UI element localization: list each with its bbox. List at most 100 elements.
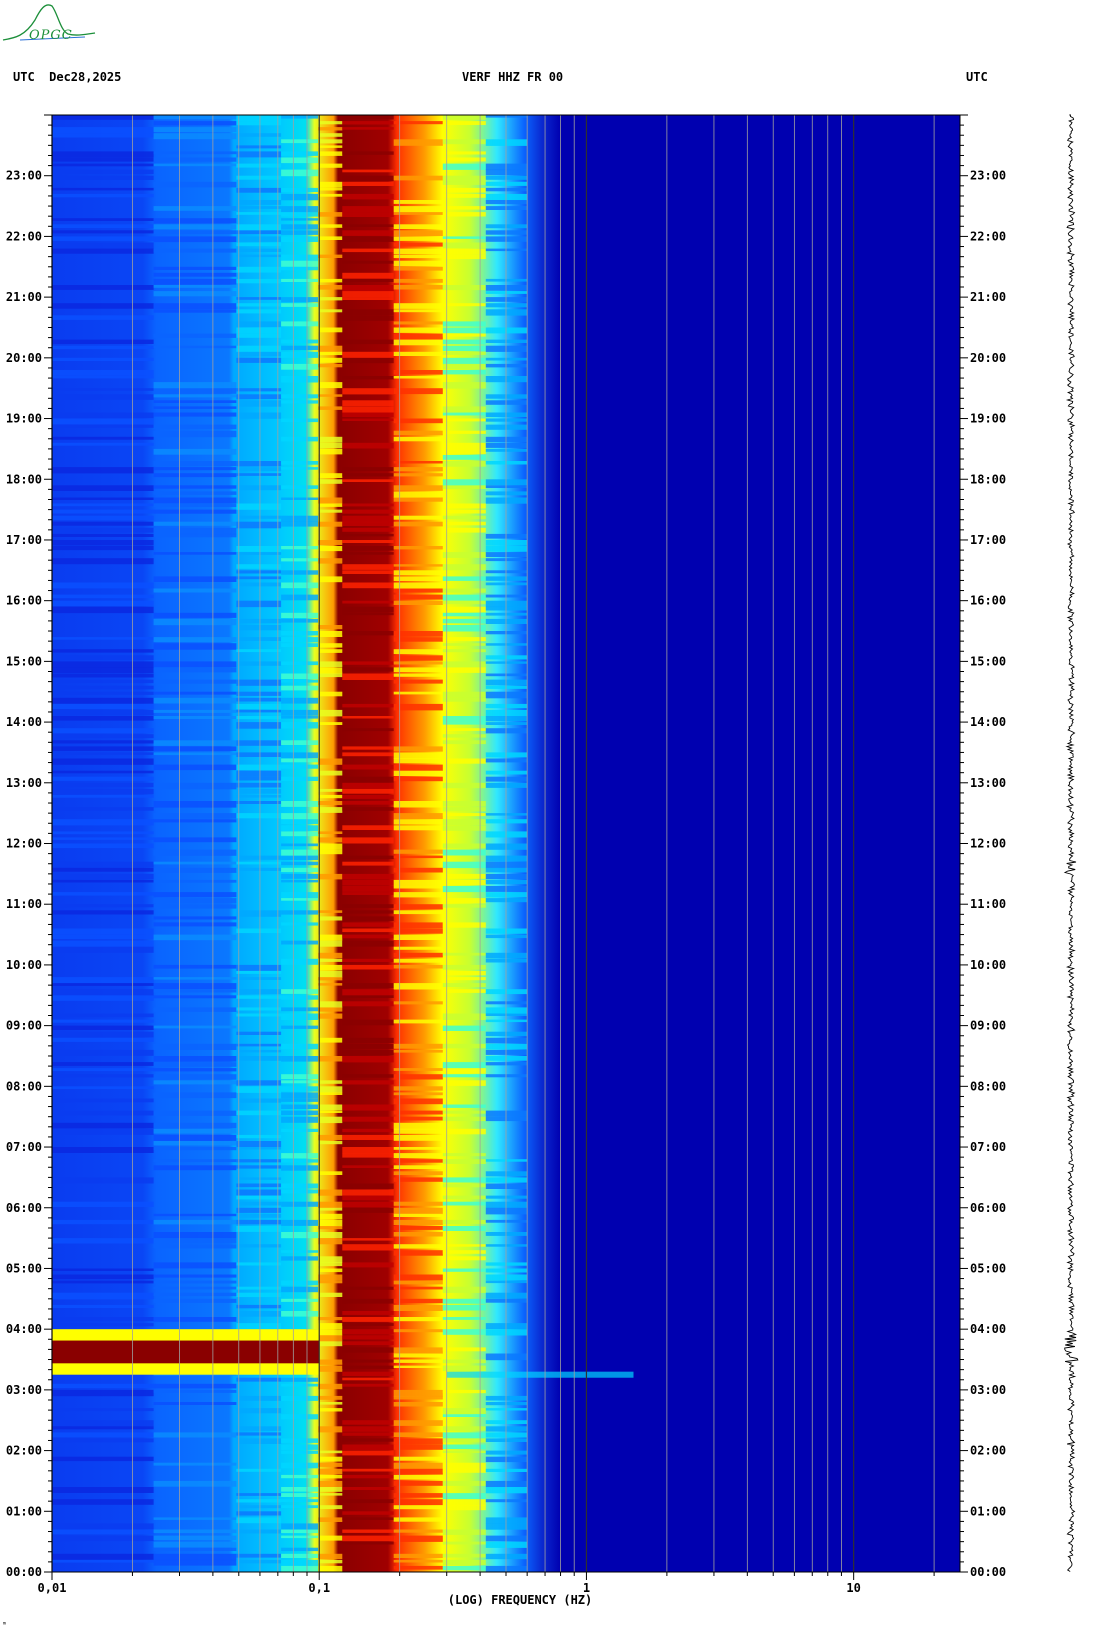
spectrum-stripe bbox=[52, 485, 154, 491]
spectrum-stripe bbox=[342, 546, 394, 551]
spectrum-stripe bbox=[485, 1408, 528, 1411]
spectrum-stripe bbox=[236, 351, 282, 357]
spectrum-stripe bbox=[442, 1110, 486, 1114]
spectrum-stripe bbox=[281, 709, 319, 716]
spectrum-stripe bbox=[236, 794, 282, 798]
spectrum-stripe bbox=[393, 1068, 443, 1071]
spectrum-stripe bbox=[393, 1389, 443, 1397]
spectrum-stripe bbox=[52, 1553, 154, 1560]
spectrum-stripe bbox=[318, 1104, 343, 1111]
spectrum-stripe bbox=[153, 922, 237, 927]
spectrum-stripe bbox=[442, 1062, 486, 1069]
spectrum-stripe bbox=[318, 1201, 343, 1209]
spectrum-stripe bbox=[318, 448, 343, 455]
spectrum-stripe bbox=[236, 1432, 282, 1436]
spectrum-stripe bbox=[342, 1001, 394, 1007]
spectrum-stripe bbox=[485, 558, 528, 562]
spectrum-stripe bbox=[393, 1122, 443, 1130]
spectrum-stripe bbox=[153, 588, 237, 593]
spectrum-stripe bbox=[393, 576, 443, 582]
spectrum-stripe bbox=[442, 1195, 486, 1200]
spectrum-stripe bbox=[281, 1286, 319, 1293]
spectrum-stripe bbox=[442, 382, 486, 389]
spectrum-stripe bbox=[342, 1128, 394, 1133]
spectrum-stripe bbox=[281, 254, 319, 262]
spectrum-stripe bbox=[318, 254, 343, 258]
spectrum-stripe bbox=[281, 898, 319, 901]
spectrum-stripe bbox=[52, 703, 154, 709]
spectrum-stripe bbox=[318, 916, 343, 921]
spectrum-stripe bbox=[281, 187, 319, 192]
y-axis-right: 00:00 01:00 02:00 03:00 04:00 05:00 06:00 07:00… bbox=[960, 114, 1006, 1579]
spectrum-stripe bbox=[153, 461, 237, 467]
spectrum-stripe bbox=[52, 339, 154, 344]
spectrum-stripe bbox=[485, 546, 528, 552]
spectrum-stripe bbox=[52, 1389, 154, 1397]
spectrum-stripe bbox=[153, 643, 237, 650]
spectrum-stripe bbox=[485, 339, 528, 343]
spectrum-stripe bbox=[318, 1280, 343, 1284]
spectrum-stripe bbox=[393, 278, 443, 283]
spectrum-stripe bbox=[52, 892, 154, 896]
spectrum-stripe bbox=[342, 1238, 394, 1241]
spectrum-stripe bbox=[153, 1389, 237, 1393]
spectrum-stripe bbox=[393, 964, 443, 969]
spectrum-stripe bbox=[153, 291, 237, 297]
spectrum-stripe bbox=[393, 1480, 443, 1486]
spectrum-stripe bbox=[281, 1438, 319, 1443]
spectrum-stripe bbox=[281, 643, 319, 647]
spectrum-stripe bbox=[342, 1080, 394, 1085]
spectrum-stripe bbox=[236, 964, 282, 971]
spectrum-stripe bbox=[52, 1383, 154, 1389]
spectrum-stripe bbox=[485, 418, 528, 422]
spectrum-stripe bbox=[318, 187, 343, 191]
spectrum-stripe bbox=[393, 934, 443, 940]
spectrum-stripe bbox=[442, 1480, 486, 1486]
spectrum-stripe bbox=[485, 394, 528, 399]
spectrum-stripe bbox=[281, 679, 319, 683]
spectrum-stripe bbox=[393, 1201, 443, 1206]
spectrum-stripe bbox=[393, 594, 443, 600]
spectrum-stripe bbox=[393, 904, 443, 910]
spectrum-stripe bbox=[281, 1523, 319, 1530]
spectrum-stripe bbox=[342, 442, 394, 449]
spectrum-stripe bbox=[52, 436, 154, 440]
spectrum-stripe bbox=[485, 303, 528, 308]
spectrum-stripe bbox=[342, 285, 394, 292]
spectrum-stripe bbox=[153, 618, 237, 626]
spectrum-stripe bbox=[153, 746, 237, 752]
spectrum-stripe bbox=[153, 1462, 237, 1466]
spectrum-stripe bbox=[236, 133, 282, 137]
spectrum-stripe bbox=[442, 1432, 486, 1439]
spectrum-stripe bbox=[236, 175, 282, 180]
spectrum-stripe bbox=[52, 691, 154, 695]
spectrum-stripe bbox=[318, 1365, 343, 1372]
spectrum-stripe bbox=[342, 1037, 394, 1043]
y-tick-label-left: 13:00 bbox=[6, 776, 42, 790]
spectrum-stripe bbox=[281, 193, 319, 201]
spectrum-stripe bbox=[342, 958, 394, 962]
spectrum-stripe bbox=[281, 892, 319, 899]
spectrum-stripe bbox=[52, 977, 154, 984]
spectrum-stripe bbox=[485, 855, 528, 862]
spectrum-stripe bbox=[485, 1062, 528, 1066]
spectrum-stripe bbox=[318, 958, 343, 962]
spectrum-stripe bbox=[342, 1262, 394, 1268]
spectrum-stripe bbox=[52, 503, 154, 507]
spectrum-stripe bbox=[393, 564, 443, 567]
spectrum-stripe bbox=[52, 837, 154, 840]
spectrum-stripe bbox=[342, 121, 394, 125]
spectrum-stripe bbox=[281, 1232, 319, 1239]
spectrum-stripe bbox=[442, 1068, 486, 1074]
spectrum-stripe bbox=[153, 977, 237, 980]
spectrum-stripe bbox=[153, 181, 237, 188]
spectrum-stripe bbox=[393, 321, 443, 325]
spectrum-stripe bbox=[236, 867, 282, 871]
spectrum-stripe bbox=[342, 115, 394, 120]
spectrum-stripe bbox=[236, 1110, 282, 1116]
spectrum-stripe bbox=[342, 612, 394, 616]
spectrum-stripe bbox=[442, 370, 486, 375]
spectrum-stripe bbox=[236, 1159, 282, 1163]
y-tick-label-left: 18:00 bbox=[6, 472, 42, 486]
spectrum-stripe bbox=[393, 1402, 443, 1407]
